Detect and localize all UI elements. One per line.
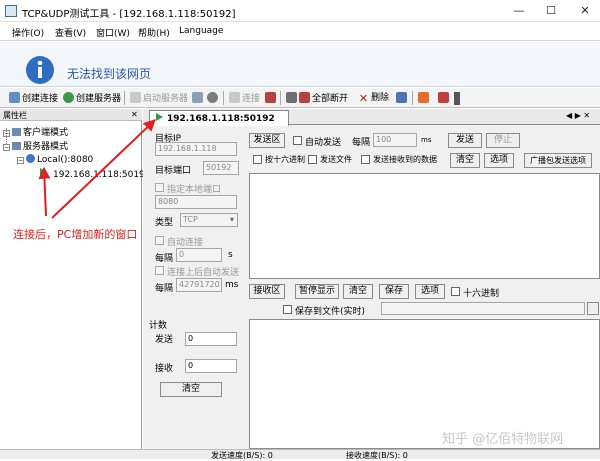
send-speed: 发送速度(B/S): 0 xyxy=(211,451,273,460)
arrow-to-tab xyxy=(51,119,156,219)
recv-speed: 接收速度(B/S): 0 xyxy=(346,451,408,460)
watermark: 知乎 @亿佰特物联网 xyxy=(442,432,564,447)
status-bar: 发送速度(B/S): 0 接收速度(B/S): 0 xyxy=(0,449,600,460)
arrow-to-tree xyxy=(38,166,51,217)
annotation-text: 连接后，PC增加新的窗口 xyxy=(13,228,138,241)
